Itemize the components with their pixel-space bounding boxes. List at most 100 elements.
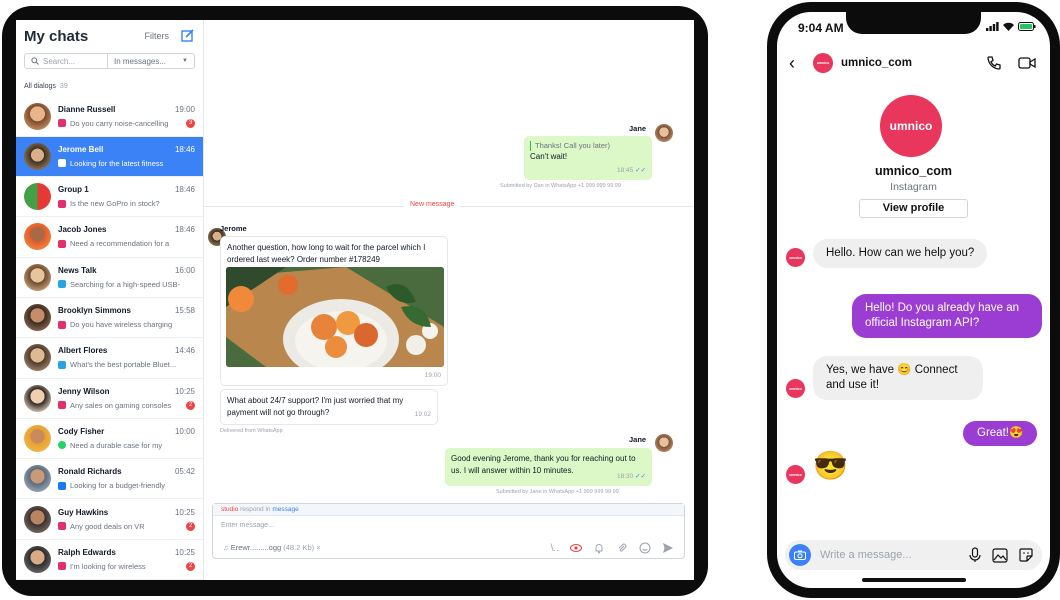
dialog-preview: What's the best portable Bluet... <box>70 360 177 370</box>
dialog-name: Jenny Wilson <box>58 386 110 396</box>
remove-attachment-button[interactable]: × <box>316 543 320 552</box>
avatar <box>24 344 51 372</box>
dialog-item-active[interactable]: Jerome Bell 18:46 Looking for the latest … <box>16 136 203 178</box>
send-icon[interactable] <box>662 542 674 554</box>
dialog-time: 05:42 <box>174 467 195 477</box>
dialog-time: 19:00 <box>174 104 195 114</box>
dialog-item[interactable]: Jacob Jones 18:46 Need a recommendation f… <box>16 217 203 258</box>
chevron-down-icon: ▼ <box>182 58 188 65</box>
dialog-time: 16:00 <box>174 265 195 275</box>
telegram-icon <box>58 360 66 369</box>
dialog-item[interactable]: Dianne Russell 19:00 Do you carry noise-c… <box>16 96 203 137</box>
profile-avatar[interactable]: umnico <box>880 95 942 157</box>
dialog-time: 18:46 <box>174 185 195 195</box>
dialog-preview: Need a recommendation for a <box>70 239 170 249</box>
dialog-item[interactable]: Ronald Richards 05:42 Looking for a budge… <box>16 459 203 500</box>
template-icon[interactable]: \.. <box>551 543 559 554</box>
search-input[interactable]: Search... <box>25 53 108 69</box>
dialog-name: Guy Hawkins <box>58 507 109 517</box>
header-handle[interactable]: umnico_com <box>841 57 986 69</box>
status-icons <box>986 22 1036 31</box>
avatar <box>24 545 51 573</box>
gallery-icon[interactable] <box>992 547 1008 563</box>
phone-screen: 9:04 AM ‹ umnico umnico_com umnico umnic… <box>777 12 1050 588</box>
message-input[interactable]: Enter message... <box>213 516 684 535</box>
dialog-item[interactable]: Ralph Edwards 10:25 I'm looking for wirel… <box>16 540 203 580</box>
back-icon[interactable]: ‹ <box>789 53 801 74</box>
instagram-icon <box>58 159 66 168</box>
dialog-name: News Talk <box>58 265 97 275</box>
search-scope-select[interactable]: In messages... ▼ <box>108 54 194 69</box>
dialog-item[interactable]: Albert Flores 14:46 What's the best porta… <box>16 338 203 379</box>
header-avatar[interactable]: umnico <box>813 53 833 73</box>
instagram-icon <box>58 239 66 248</box>
attachment-chip: ♫ Erewr.........ogg (48.2 Kb) × <box>223 543 321 552</box>
instagram-icon <box>58 119 66 128</box>
all-dialogs-header: All dialogs 39 <box>16 69 203 96</box>
dialog-preview: Looking for a budget-friendly <box>70 481 166 491</box>
sender-avatar: umnico <box>786 248 805 267</box>
mode-word-3[interactable]: message <box>272 506 298 513</box>
sender-avatar: umnico <box>786 465 805 484</box>
dialog-item[interactable]: Group 1 18:46 Is the new GoPro in stock? <box>16 177 203 218</box>
message-time: 19:00 <box>424 372 441 379</box>
dialog-item[interactable]: Cody Fisher 10:00 Need a durable case for… <box>16 419 203 460</box>
bell-icon[interactable] <box>593 542 605 554</box>
dialog-preview: Do you carry noise-cancelling <box>70 118 169 128</box>
paperclip-icon[interactable] <box>616 542 628 554</box>
dialog-item[interactable]: News Talk 16:00 Searching for a high-spee… <box>16 258 203 298</box>
emoji-icon[interactable] <box>639 542 651 554</box>
dialog-preview: Searching for a high-speed USB- <box>70 279 181 289</box>
delivery-note: Delivered from WhatsApp <box>220 428 283 434</box>
filters-button[interactable]: Filters <box>145 31 170 41</box>
video-call-icon[interactable] <box>1018 56 1036 70</box>
dialog-time: 15:58 <box>174 306 195 316</box>
unread-badge: 3 <box>186 118 195 128</box>
sidebar-header: My chats Filters <box>16 20 203 53</box>
battery-icon <box>1018 22 1036 31</box>
sender-avatar-text: umnico <box>789 255 802 260</box>
dialog-item[interactable]: Jenny Wilson 10:25 Any sales on gaming co… <box>16 379 203 419</box>
profile-platform: Instagram <box>890 181 937 193</box>
tablet-screen: My chats Filters Search... In messages..… <box>16 20 694 580</box>
dialog-time: 10:25 <box>174 507 195 517</box>
sticker-icon[interactable] <box>1018 547 1034 563</box>
instagram-icon <box>58 401 66 410</box>
outgoing-message: Good evening Jerome, thank you for reach… <box>445 448 652 486</box>
dialog-preview: Need a durable case for my <box>70 440 163 450</box>
message-time: 18:30 ✓✓ <box>617 471 646 483</box>
view-profile-button[interactable]: View profile <box>859 199 968 218</box>
message-input-bar: Write a message... <box>785 540 1042 570</box>
mode-word-1[interactable]: studio <box>221 506 238 513</box>
camera-icon[interactable] <box>789 544 811 566</box>
dialog-preview: Looking for the latest fitness <box>70 158 164 168</box>
dialog-item[interactable]: Brooklyn Simmons 15:58 Do you have wirele… <box>16 298 203 339</box>
microphone-icon[interactable] <box>968 547 982 563</box>
chat-panel: Jane Thanks! Call you later) Can't wait!… <box>204 20 694 580</box>
sender-avatar-text: umnico <box>789 386 802 391</box>
phone-call-icon[interactable] <box>986 55 1002 71</box>
instagram-icon <box>58 320 66 329</box>
unread-badge: 2 <box>186 400 195 410</box>
dialog-time: 18:46 <box>174 225 195 235</box>
dialog-name: Jerome Bell <box>58 144 104 154</box>
sunglasses-emoji-message: 😎 <box>813 450 848 481</box>
dialog-name: Jacob Jones <box>58 225 107 235</box>
unread-badge: 2 <box>186 521 195 531</box>
outgoing-message: Thanks! Call you later) Can't wait! 18:4… <box>524 136 652 180</box>
dialog-item[interactable]: Guy Hawkins 10:25 Any good deals on VR 2 <box>16 499 203 540</box>
eye-icon[interactable] <box>570 542 582 554</box>
avatar <box>24 424 51 452</box>
search-placeholder: Search... <box>43 56 76 66</box>
avatar <box>24 465 51 493</box>
dialog-name: Dianne Russell <box>58 104 116 114</box>
message-input[interactable]: Write a message... <box>820 549 968 561</box>
compose-icon[interactable] <box>181 29 195 43</box>
search-bar: Search... In messages... ▼ <box>24 52 195 70</box>
attached-photo <box>226 267 444 367</box>
header-avatar-text: umnico <box>816 61 830 65</box>
instagram-icon <box>58 562 66 571</box>
agent-avatar <box>655 124 673 142</box>
dialog-name: Albert Flores <box>58 346 108 356</box>
unread-badge: 2 <box>186 561 195 571</box>
